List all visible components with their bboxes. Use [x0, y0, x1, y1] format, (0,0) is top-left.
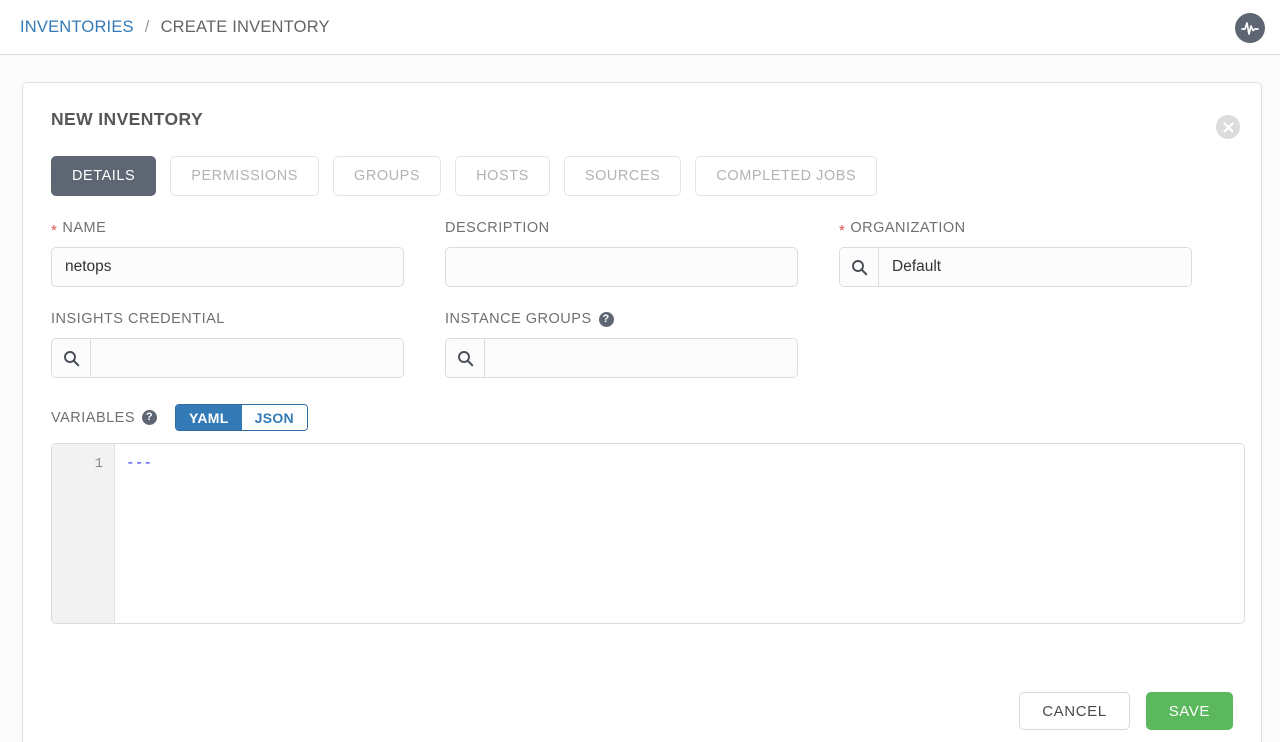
field-group-name: * NAME	[51, 218, 404, 287]
tab-permissions[interactable]: PERMISSIONS	[170, 156, 319, 196]
top-navigation-bar: INVENTORIES / CREATE INVENTORY	[0, 0, 1280, 55]
instance-groups-lookup	[445, 338, 798, 378]
tab-label: HOSTS	[476, 168, 529, 184]
toggle-option-json[interactable]: JSON	[241, 405, 307, 430]
required-marker: *	[51, 221, 58, 239]
tab-groups[interactable]: GROUPS	[332, 156, 442, 196]
field-group-description: DESCRIPTION	[445, 218, 798, 287]
tab-label: PERMISSIONS	[191, 168, 298, 184]
form-row-primary: * NAME DESCRIPTION * ORGANIZATION	[51, 218, 1233, 287]
search-icon[interactable]	[446, 339, 485, 377]
organization-input[interactable]	[879, 248, 1191, 286]
label-text: VARIABLES	[51, 409, 136, 426]
instance-groups-label: INSTANCE GROUPS ?	[445, 309, 798, 329]
label-text: DESCRIPTION	[445, 220, 550, 236]
field-group-organization: * ORGANIZATION	[839, 218, 1192, 287]
close-icon[interactable]	[1216, 115, 1240, 139]
variables-editor[interactable]: 1 ---	[51, 443, 1245, 624]
insights-credential-input[interactable]	[91, 339, 403, 377]
page-title: NEW INVENTORY	[51, 109, 204, 129]
label-text: INSTANCE GROUPS	[445, 311, 592, 327]
field-group-spacer	[839, 309, 1192, 378]
search-icon[interactable]	[52, 339, 91, 377]
name-input[interactable]	[51, 247, 404, 287]
field-group-insights-credential: INSIGHTS CREDENTIAL	[51, 309, 404, 378]
variables-label: VARIABLES ?	[51, 409, 158, 426]
tab-hosts[interactable]: HOSTS	[455, 156, 550, 196]
editor-content[interactable]: ---	[115, 444, 1244, 623]
breadcrumb: INVENTORIES / CREATE INVENTORY	[20, 18, 330, 37]
editor-line-numbers: 1	[52, 444, 115, 623]
help-circle-icon[interactable]: ?	[598, 311, 614, 327]
help-circle-icon[interactable]: ?	[142, 410, 158, 425]
name-label: * NAME	[51, 218, 404, 238]
required-marker: *	[839, 221, 846, 239]
tab-label: DETAILS	[72, 168, 136, 184]
toggle-option-yaml[interactable]: YAML	[176, 405, 242, 430]
field-group-instance-groups: INSTANCE GROUPS ?	[445, 309, 798, 378]
organization-lookup	[839, 247, 1192, 287]
label-text: ORGANIZATION	[850, 220, 966, 236]
instance-groups-input[interactable]	[485, 339, 797, 377]
tab-details[interactable]: DETAILS	[51, 156, 157, 196]
label-text: NAME	[62, 220, 107, 236]
form-row-secondary: INSIGHTS CREDENTIAL INSTANCE GROUPS ?	[51, 309, 1233, 378]
search-icon[interactable]	[840, 248, 879, 286]
breadcrumb-current-create-inventory: CREATE INVENTORY	[160, 17, 330, 36]
variables-header: VARIABLES ? YAML JSON	[51, 404, 1233, 431]
new-inventory-card: NEW INVENTORY DETAILS PERMISSIONS GROUPS…	[22, 82, 1262, 742]
variables-format-toggle: YAML JSON	[175, 404, 308, 431]
cancel-button[interactable]: CANCEL	[1019, 692, 1130, 730]
tab-sources[interactable]: SOURCES	[563, 156, 682, 196]
insights-credential-label: INSIGHTS CREDENTIAL	[51, 309, 404, 329]
breadcrumb-separator: /	[144, 17, 150, 36]
save-button[interactable]: SAVE	[1145, 692, 1233, 730]
tab-label: GROUPS	[353, 168, 421, 184]
activity-pulse-icon[interactable]	[1235, 13, 1265, 43]
label-text: INSIGHTS CREDENTIAL	[51, 311, 225, 327]
tab-completed-jobs[interactable]: COMPLETED JOBS	[695, 156, 878, 196]
description-label: DESCRIPTION	[445, 218, 798, 238]
insights-credential-lookup	[51, 338, 404, 378]
description-input[interactable]	[445, 247, 798, 287]
tab-label: COMPLETED JOBS	[716, 168, 857, 184]
tab-label: SOURCES	[584, 168, 661, 184]
tab-bar: DETAILS PERMISSIONS GROUPS HOSTS SOURCES…	[51, 156, 1233, 196]
organization-label: * ORGANIZATION	[839, 218, 1192, 238]
breadcrumb-link-inventories[interactable]: INVENTORIES	[20, 18, 134, 37]
form-actions: CANCEL SAVE	[1019, 692, 1233, 730]
